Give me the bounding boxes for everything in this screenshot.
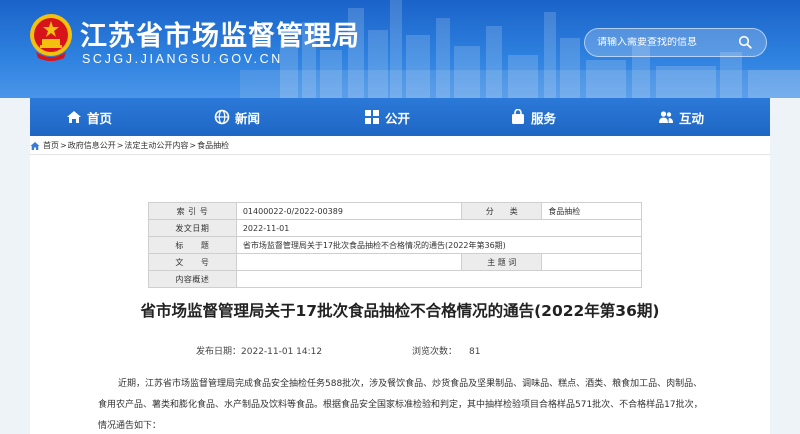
home-icon [67, 111, 81, 123]
article-body: 近期，江苏省市场监督管理局完成食品安全抽检任务588批次，涉及餐饮食品、炒货食品… [98, 379, 703, 431]
nav-item-interact[interactable]: 互动 [658, 98, 704, 136]
category-label: 分 类 [461, 202, 543, 220]
site-title: 江苏省市场监督管理局 [80, 21, 360, 52]
publish-date-value: 2022-11-01 14:12 [241, 347, 323, 357]
docno-value [235, 253, 463, 271]
publish-date-label: 发布日期： [196, 347, 242, 357]
publish-date: 发布日期：2022-11-01 14:12 [196, 344, 322, 357]
nav-item-label: 服务 [531, 110, 557, 126]
category-value: 食品抽检 [541, 202, 642, 220]
nav-item-label: 新闻 [235, 110, 261, 126]
table-row: 内容概述 [148, 270, 643, 288]
search-input[interactable] [597, 37, 735, 48]
content-card: 首页 > 政府信息公开 > 法定主动公开内容 > 食品抽检 索 引 号 0140… [30, 136, 770, 434]
nav-item-news[interactable]: 新闻 [214, 98, 260, 136]
summary-label: 内容概述 [148, 270, 237, 288]
nav-item-label: 首页 [87, 110, 113, 126]
breadcrumb-separator: > [116, 141, 124, 150]
view-count: 浏览次数： 81 [412, 344, 480, 357]
table-row: 索 引 号 01400022-0/2022-00389 分 类 食品抽检 [148, 202, 642, 220]
bag-icon [512, 109, 524, 124]
view-count-label: 浏览次数： [412, 347, 458, 357]
title-label: 标 题 [148, 236, 237, 254]
search-icon[interactable] [738, 35, 752, 49]
breadcrumb-food-inspection[interactable]: 食品抽检 [197, 140, 229, 151]
breadcrumb-home-icon [30, 141, 40, 150]
table-row: 标 题 省市场监督管理局关于17批次食品抽检不合格情况的通告(2022年第36期… [148, 236, 643, 254]
date-value: 2022-11-01 [235, 219, 643, 237]
globe-icon [214, 109, 230, 125]
site-header: 江苏省市场监督管理局 SCJGJ.JIANGSU.GOV.CN [0, 0, 800, 98]
nav-item-label: 公开 [385, 110, 411, 126]
site-url: SCJGJ.JIANGSU.GOV.CN [82, 52, 283, 66]
nav-item-service[interactable]: 服务 [510, 98, 556, 136]
date-label: 发文日期 [148, 219, 237, 237]
grid-icon [365, 110, 379, 124]
breadcrumb-statutory[interactable]: 法定主动公开内容 [124, 140, 188, 151]
table-row: 文 号 主 题 词 [148, 253, 642, 271]
document-meta-table: 索 引 号 01400022-0/2022-00389 分 类 食品抽检 发文日… [148, 202, 643, 288]
breadcrumb-separator: > [189, 141, 197, 150]
nav-item-home[interactable]: 首页 [66, 98, 112, 136]
subject-label: 主 题 词 [461, 253, 543, 271]
search-box [584, 28, 767, 57]
breadcrumb-gov-info[interactable]: 政府信息公开 [68, 140, 116, 151]
breadcrumb-separator: > [60, 141, 67, 150]
article-title: 省市场监督管理局关于17批次食品抽检不合格情况的通告(2022年第36期) [140, 302, 660, 320]
subject-value [541, 253, 642, 271]
title-value: 省市场监督管理局关于17批次食品抽检不合格情况的通告(2022年第36期) [235, 236, 643, 254]
docno-label: 文 号 [148, 253, 237, 271]
main-nav: 首页 新闻 公开 服务 互动 [30, 98, 770, 136]
nav-item-public[interactable]: 公开 [364, 98, 410, 136]
national-emblem-icon [30, 14, 72, 61]
people-icon [659, 111, 673, 123]
breadcrumb-home[interactable]: 首页 [43, 140, 59, 151]
summary-value [235, 270, 643, 288]
nav-item-label: 互动 [679, 110, 705, 126]
index-label: 索 引 号 [148, 202, 237, 220]
view-count-value: 81 [469, 347, 481, 357]
table-row: 发文日期 2022-11-01 [148, 219, 643, 237]
breadcrumb-divider [30, 154, 770, 155]
breadcrumb: 首页 > 政府信息公开 > 法定主动公开内容 > 食品抽检 [30, 140, 229, 151]
index-value: 01400022-0/2022-00389 [235, 202, 463, 220]
